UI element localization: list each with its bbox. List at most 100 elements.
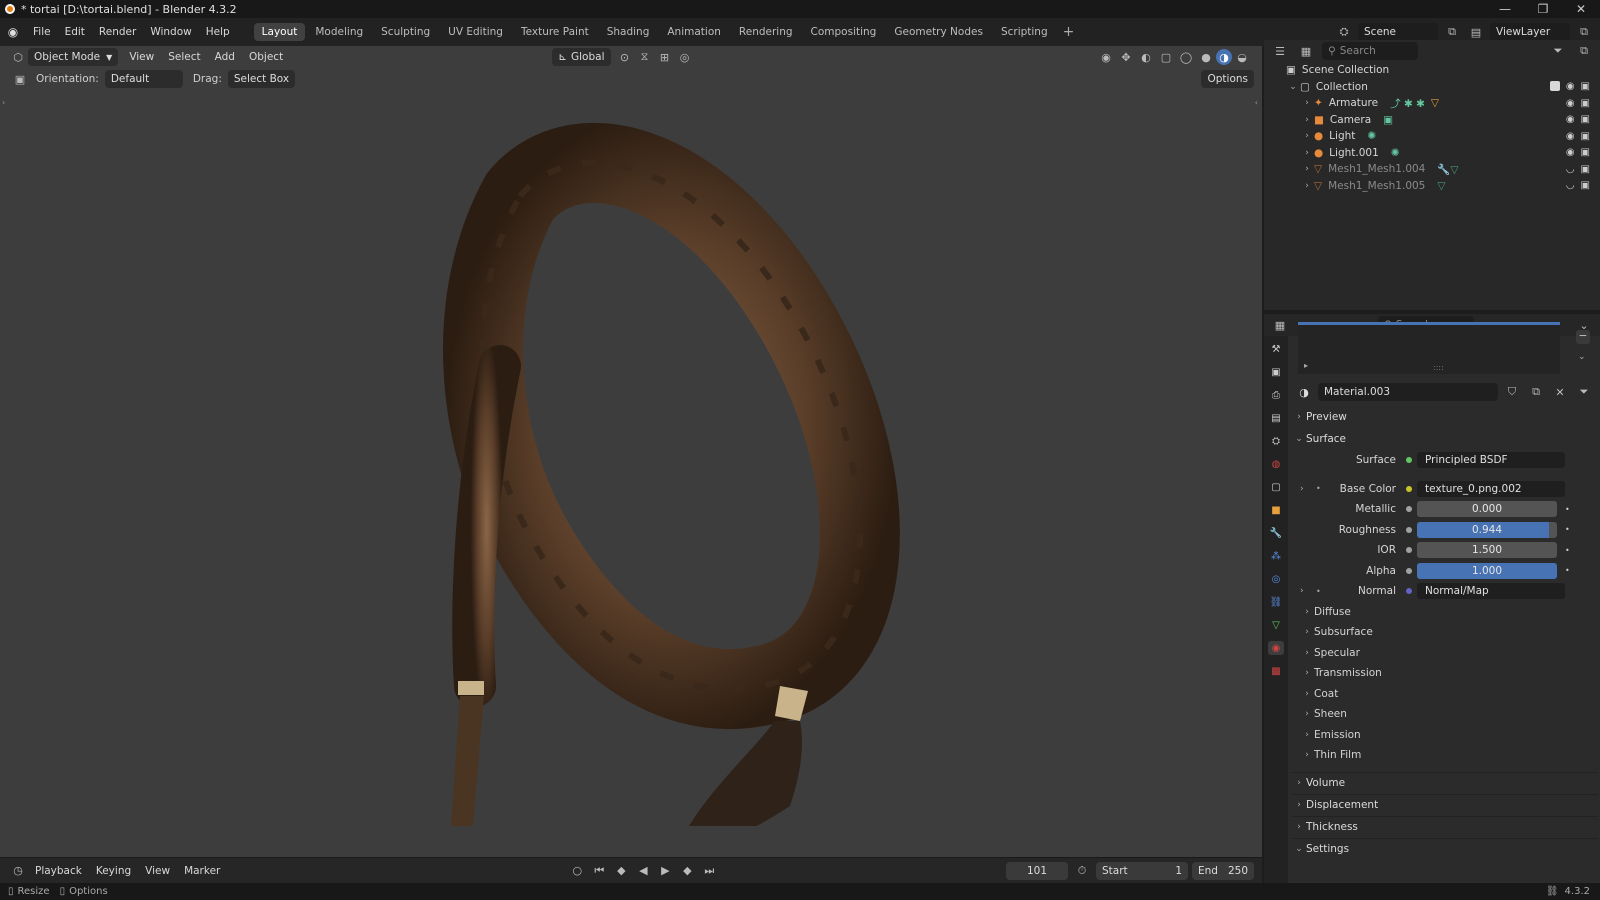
outliner-editor-icon[interactable]: ☰ — [1270, 42, 1290, 60]
menu-edit[interactable]: Edit — [58, 26, 92, 38]
particles-tab-icon[interactable]: ⁂ — [1268, 549, 1284, 563]
subpanel-emission[interactable]: › Emission — [1292, 725, 1598, 746]
object-tab-icon[interactable]: ■ — [1268, 503, 1284, 517]
chevron-right-icon[interactable]: › — [1300, 586, 1304, 596]
viewlayer-field[interactable]: ViewLayer — [1490, 23, 1570, 41]
subpanel-specular[interactable]: › Specular — [1292, 643, 1598, 664]
tab-texture-paint[interactable]: Texture Paint — [513, 23, 597, 41]
eye-closed-icon[interactable]: ◡ — [1566, 164, 1575, 175]
fake-user-shield-icon[interactable]: ⛉ — [1502, 383, 1522, 401]
subpanel-subsurface[interactable]: › Subsurface — [1292, 622, 1598, 643]
menu-keying[interactable]: Keying — [89, 865, 138, 877]
remove-slot-button[interactable]: − — [1576, 330, 1590, 344]
subpanel-sheen[interactable]: › Sheen — [1292, 704, 1598, 725]
rendered-shading-icon[interactable]: ◒ — [1232, 48, 1252, 66]
properties-editor-icon[interactable]: ▦ — [1270, 316, 1290, 334]
keyframe-dot-icon[interactable]: • — [1565, 525, 1570, 534]
drag-dropdown[interactable]: Select Box — [227, 70, 296, 88]
filter-icon[interactable]: ⏷ — [1548, 42, 1568, 60]
overlay-icon[interactable]: ◐ — [1136, 48, 1156, 66]
outliner-item-light-001[interactable]: › ● Light.001 ✺ ◉ ▣ — [1264, 145, 1600, 162]
transform-orientation-dropdown[interactable]: ⊾ Global — [552, 48, 611, 66]
3d-viewport[interactable]: ⬡ Object Mode ▼ View Select Add Object ⊾ G… — [0, 46, 1262, 857]
slot-menu-icon[interactable]: ⌄ — [1578, 352, 1586, 362]
eye-icon[interactable]: ◉ — [1566, 98, 1575, 109]
scene-icon[interactable]: ⛭ — [1334, 23, 1354, 41]
tab-sculpting[interactable]: Sculpting — [373, 23, 438, 41]
render-camera-icon[interactable]: ▣ — [1581, 180, 1590, 191]
constraints-tab-icon[interactable]: ⛓ — [1268, 595, 1284, 609]
timeline-editor-icon[interactable]: ◷ — [8, 862, 28, 880]
subpanel-thin-film[interactable]: › Thin Film — [1292, 745, 1598, 766]
render-tab-icon[interactable]: ▣ — [1268, 365, 1284, 379]
outliner-item-mesh-005[interactable]: › ▽ Mesh1_Mesh1.005 ▽ ◡ ▣ — [1264, 178, 1600, 195]
shader-socket-icon[interactable] — [1406, 457, 1412, 464]
volume-section[interactable]: › Volume — [1292, 771, 1598, 794]
chevron-right-icon[interactable]: › — [1300, 148, 1314, 158]
tab-shading[interactable]: Shading — [599, 23, 658, 41]
snap-icon[interactable]: ⧖ — [635, 48, 655, 66]
world-tab-icon[interactable]: ◍ — [1268, 457, 1284, 471]
prev-keyframe-icon[interactable]: ◆ — [611, 862, 631, 880]
maximize-button[interactable]: ❐ — [1524, 2, 1562, 16]
render-camera-icon[interactable]: ▣ — [1581, 98, 1590, 109]
next-keyframe-icon[interactable]: ◆ — [677, 862, 697, 880]
outliner-search-input[interactable]: ⚲ Search — [1322, 42, 1418, 60]
outliner-item-armature[interactable]: › ✦ Armature ⤴ ✱ ✱ ▽ ◉ ▣ — [1264, 95, 1600, 112]
blender-menu-icon[interactable]: ◉ — [0, 25, 26, 39]
roughness-slider[interactable]: 0.944 — [1417, 521, 1557, 538]
chevron-right-icon[interactable]: › — [1300, 98, 1314, 108]
jump-end-icon[interactable]: ⏭ — [699, 862, 719, 880]
chevron-right-icon[interactable]: › — [1300, 115, 1314, 125]
toolbar-expand-icon[interactable]: › — [2, 98, 5, 107]
add-workspace-icon[interactable]: + — [1057, 24, 1081, 40]
visibility-icon[interactable]: ◉ — [1096, 48, 1116, 66]
render-camera-icon[interactable]: ▣ — [1581, 147, 1590, 158]
minimize-button[interactable]: — — [1486, 2, 1524, 16]
stopwatch-icon[interactable]: ⏱ — [1072, 862, 1092, 880]
tab-geometry-nodes[interactable]: Geometry Nodes — [886, 23, 991, 41]
output-tab-icon[interactable]: ⎙ — [1268, 388, 1284, 402]
base-color-texture-field[interactable]: texture_0.png.002 — [1417, 480, 1565, 497]
float-socket-icon[interactable] — [1406, 506, 1412, 513]
eye-icon[interactable]: ◉ — [1566, 114, 1575, 125]
resize-handle-icon[interactable]: :::: — [1433, 363, 1444, 372]
close-button[interactable]: ✕ — [1562, 2, 1600, 16]
menu-window[interactable]: Window — [143, 26, 198, 38]
rope-model[interactable] — [380, 106, 940, 826]
scene-field[interactable]: Scene — [1358, 23, 1438, 41]
new-collection-icon[interactable]: ⧉ — [1574, 42, 1594, 60]
outliner-item-light[interactable]: › ● Light ✺ ◉ ▣ — [1264, 128, 1600, 145]
metallic-slider[interactable]: 0.000 — [1417, 501, 1557, 518]
float-socket-icon[interactable] — [1406, 526, 1412, 533]
checkbox-icon[interactable] — [1549, 81, 1560, 92]
menu-view[interactable]: View — [122, 51, 161, 63]
tab-compositing[interactable]: Compositing — [803, 23, 885, 41]
scene-collection-row[interactable]: ▣ Scene Collection — [1264, 62, 1600, 79]
tab-uv-editing[interactable]: UV Editing — [440, 23, 511, 41]
material-browse-icon[interactable]: ◑ — [1294, 383, 1314, 401]
scene-tab-icon[interactable]: ⛭ — [1268, 434, 1284, 448]
material-tab-icon[interactable]: ◉ — [1268, 641, 1284, 655]
keyframe-dot-icon[interactable]: • — [1565, 546, 1570, 555]
material-shading-icon[interactable]: ◑ — [1216, 49, 1232, 65]
eye-icon[interactable]: ◉ — [1566, 81, 1575, 92]
keyframe-dot-icon[interactable]: • — [1316, 587, 1321, 596]
mode-dropdown[interactable]: Object Mode ▼ — [28, 48, 119, 66]
menu-add[interactable]: Add — [208, 51, 242, 63]
keyframe-dot-icon[interactable]: • — [1316, 484, 1321, 493]
color-socket-icon[interactable] — [1406, 485, 1412, 492]
tab-rendering[interactable]: Rendering — [731, 23, 801, 41]
tool-tab-icon[interactable]: ⚒ — [1268, 342, 1284, 356]
collection-row[interactable]: ⌄ ▢ Collection ◉ ▣ — [1264, 79, 1600, 96]
record-icon[interactable]: ○ — [567, 862, 587, 880]
alpha-slider[interactable]: 1.000 — [1417, 562, 1557, 579]
surface-shader-dropdown[interactable]: Principled BSDF — [1417, 452, 1565, 469]
eye-icon[interactable]: ◉ — [1566, 131, 1575, 142]
float-socket-icon[interactable] — [1406, 547, 1412, 554]
outliner-item-camera[interactable]: › ■ Camera ▣ ◉ ▣ — [1264, 112, 1600, 129]
menu-marker[interactable]: Marker — [177, 865, 227, 877]
display-mode-icon[interactable]: ▦ — [1296, 42, 1316, 60]
texture-tab-icon[interactable]: ▩ — [1268, 664, 1284, 678]
float-socket-icon[interactable] — [1406, 567, 1412, 574]
